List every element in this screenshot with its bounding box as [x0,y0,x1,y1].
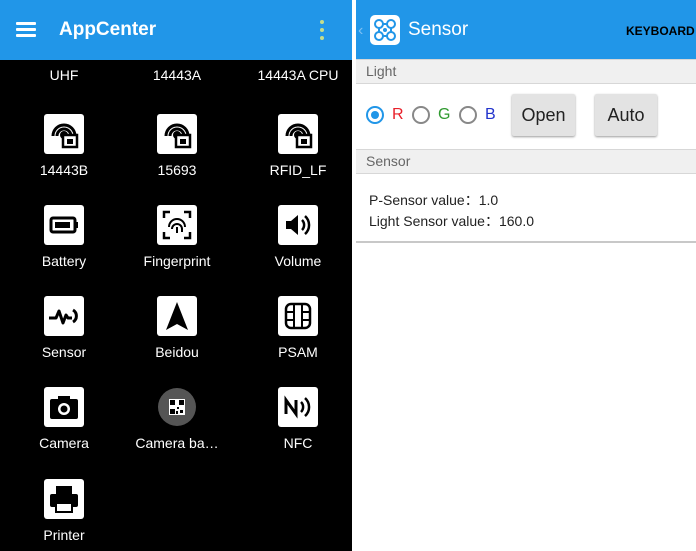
sensor-toolbar: ‹ Sensor KEYBOARD [356,0,696,60]
radio-r[interactable]: R [366,105,406,127]
app-rfid-lf[interactable]: RFID_LF [243,114,352,184]
nfc-card-icon [278,114,318,154]
radio-label-r: R [392,106,404,123]
radio-button-checked[interactable] [366,106,384,124]
app-beidou[interactable]: Beidou [122,296,232,366]
app-center-panel: UHF 14443A 14443A CPU 14443B 15693 RFID_… [0,0,352,551]
radio-b[interactable]: B [459,105,499,127]
app-printer[interactable]: Printer [9,479,119,549]
nfc-card-icon [44,114,84,154]
app-14443b[interactable]: 14443B [9,114,119,184]
app-psam[interactable]: PSAM [243,296,352,366]
camera-icon [44,387,84,427]
navigation-arrow-icon [157,296,197,336]
app-volume[interactable]: Volume [243,205,352,275]
app-title: AppCenter [59,19,157,40]
printer-icon [44,479,84,519]
radio-label-b: B [485,106,496,123]
volume-icon [278,205,318,245]
back-chevron-icon[interactable]: ‹ [358,22,363,40]
radio-label-g: G [438,106,451,123]
radio-button[interactable] [412,106,430,124]
open-button[interactable]: Open [512,94,575,136]
sim-card-icon [278,296,318,336]
app-center-toolbar: AppCenter [0,0,352,60]
nfc-icon [278,387,318,427]
sensor-section-header: Sensor [356,149,696,174]
fingerprint-icon [157,205,197,245]
overflow-menu-icon[interactable] [316,17,328,43]
app-nfc[interactable]: NFC [243,387,352,457]
screen-title: Sensor [408,19,469,40]
app-fingerprint[interactable]: Fingerprint [122,205,232,275]
app-sensor[interactable]: Sensor [9,296,119,366]
light-section-header: Light [356,59,696,84]
app-15693[interactable]: 15693 [122,114,232,184]
battery-icon [44,205,84,245]
app-logo-icon [370,15,400,45]
pulse-icon [44,296,84,336]
nfc-card-icon [157,114,197,154]
sensor-screen: ‹ Sensor KEYBOARD Light R G B Open Auto … [356,0,696,551]
sensor-readouts: P-Sensor value：1.0 Light Sensor value：16… [356,175,696,243]
app-camera-barcode[interactable]: Camera ba… [122,387,232,457]
radio-g[interactable]: G [412,105,452,127]
auto-button[interactable]: Auto [595,94,657,136]
app-battery[interactable]: Battery [9,205,119,275]
keyboard-button[interactable]: KEYBOARD [626,24,695,38]
qr-code-icon [157,387,197,427]
app-camera[interactable]: Camera [9,387,119,457]
radio-button[interactable] [459,106,477,124]
light-sensor-value: Light Sensor value：160.0 [369,213,534,229]
p-sensor-value: P-Sensor value：1.0 [369,192,499,208]
hamburger-icon[interactable] [16,22,36,38]
